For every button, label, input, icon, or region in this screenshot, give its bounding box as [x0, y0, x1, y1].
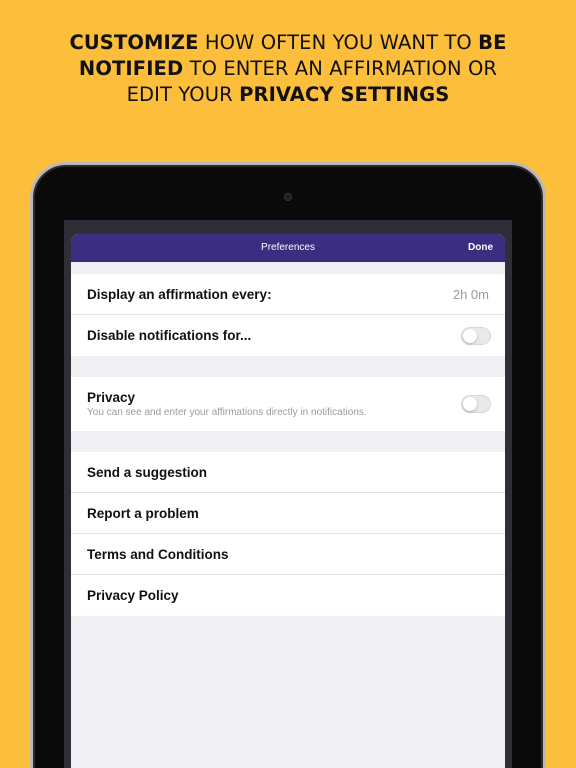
disable-notifications-toggle[interactable]	[461, 326, 491, 345]
terms-conditions-row[interactable]: Terms and Conditions	[71, 534, 505, 575]
privacy-row: Privacy You can see and enter your affir…	[71, 377, 505, 431]
headline-text: HOW OFTEN YOU WANT TO	[198, 31, 479, 54]
disable-notifications-row: Disable notifications for...	[71, 315, 505, 356]
headline-text: TO ENTER AN AFFIRMATION OR	[183, 57, 498, 80]
privacy-policy-label: Privacy Policy	[87, 588, 179, 603]
front-camera	[284, 193, 292, 201]
report-problem-label: Report a problem	[87, 505, 199, 521]
privacy-group: Privacy You can see and enter your affir…	[71, 377, 505, 431]
headline-line-1: CUSTOMIZE HOW OFTEN YOU WANT TO BE	[0, 30, 576, 56]
terms-conditions-label: Terms and Conditions	[87, 546, 229, 562]
links-group: Send a suggestion Report a problem Terms…	[71, 452, 505, 616]
promo-headline: CUSTOMIZE HOW OFTEN YOU WANT TO BE NOTIF…	[0, 30, 576, 108]
display-affirmation-label: Display an affirmation every:	[87, 286, 272, 302]
headline-text: EDIT YOUR	[126, 83, 240, 106]
privacy-toggle[interactable]	[461, 395, 491, 413]
disable-notifications-label: Disable notifications for...	[87, 328, 252, 343]
done-button[interactable]: Done	[468, 234, 493, 262]
navigation-bar: Preferences Done	[71, 234, 505, 262]
headline-bold-customize: CUSTOMIZE	[69, 31, 199, 54]
headline-bold-be: BE	[478, 31, 507, 54]
headline-bold-notified: NOTIFIED	[78, 57, 184, 80]
headline-line-3: EDIT YOUR PRIVACY SETTINGS	[0, 82, 576, 108]
display-affirmation-row[interactable]: Display an affirmation every: 2h 0m	[71, 274, 505, 315]
privacy-policy-row[interactable]: Privacy Policy	[71, 575, 505, 616]
report-problem-row[interactable]: Report a problem	[71, 493, 505, 534]
preferences-sheet: Preferences Done Display an affirmation …	[71, 234, 505, 768]
send-suggestion-row[interactable]: Send a suggestion	[71, 452, 505, 493]
notifications-group: Display an affirmation every: 2h 0m Disa…	[71, 274, 505, 356]
send-suggestion-label: Send a suggestion	[87, 464, 208, 480]
headline-bold-privacy-settings: PRIVACY SETTINGS	[239, 83, 450, 106]
nav-title: Preferences	[261, 242, 315, 253]
headline-line-2: NOTIFIED TO ENTER AN AFFIRMATION OR	[0, 56, 576, 82]
privacy-label: Privacy	[87, 390, 136, 405]
display-affirmation-value[interactable]: 2h 0m	[453, 287, 489, 302]
privacy-description: You can see and enter your affirmations …	[87, 407, 367, 418]
